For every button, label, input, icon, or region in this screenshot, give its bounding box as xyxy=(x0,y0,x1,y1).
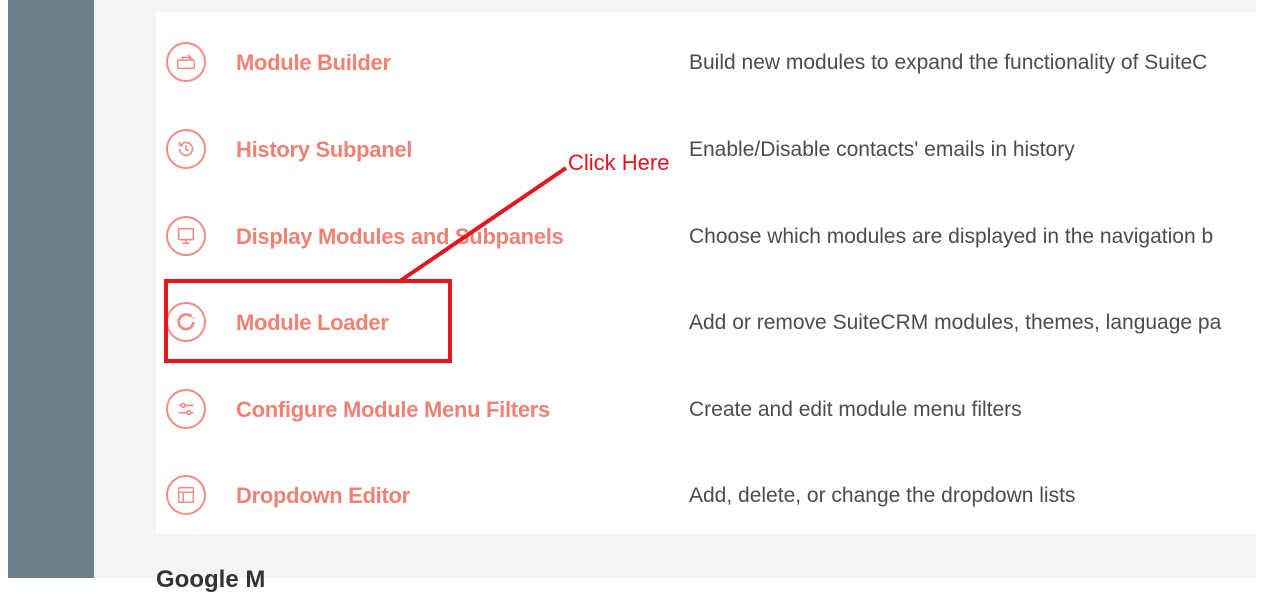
module-loader-description: Add or remove SuiteCRM modules, themes, … xyxy=(689,311,1222,334)
dropdown-editor-description: Add, delete, or change the dropdown list… xyxy=(689,484,1076,507)
module-builder-description: Build new modules to expand the function… xyxy=(689,51,1208,74)
row-module-builder: Module Builder Build new modules to expa… xyxy=(156,20,1256,106)
sliders-icon[interactable] xyxy=(166,389,206,429)
history-subpanel-link[interactable]: History Subpanel xyxy=(236,137,412,163)
layout-icon[interactable] xyxy=(166,475,206,515)
row-dropdown-editor: Dropdown Editor Add, delete, or change t… xyxy=(156,453,1256,534)
configure-filters-description: Create and edit module menu filters xyxy=(689,398,1022,421)
admin-panel: Module Builder Build new modules to expa… xyxy=(156,12,1256,534)
section-heading: Google M xyxy=(156,566,266,593)
module-loader-link[interactable]: Module Loader xyxy=(236,310,389,336)
monitor-icon[interactable] xyxy=(166,216,206,256)
display-modules-link[interactable]: Display Modules and Subpanels xyxy=(236,224,564,250)
toolbox-icon[interactable] xyxy=(166,42,206,82)
row-history-subpanel: History Subpanel Enable/Disable contacts… xyxy=(156,107,1256,193)
history-icon[interactable] xyxy=(166,129,206,169)
row-display-modules: Display Modules and Subpanels Choose whi… xyxy=(156,194,1256,280)
display-modules-description: Choose which modules are displayed in th… xyxy=(689,225,1214,248)
history-subpanel-description: Enable/Disable contacts' emails in histo… xyxy=(689,138,1075,161)
left-sidebar xyxy=(8,0,94,578)
annotation-label: Click Here xyxy=(568,150,670,175)
row-module-loader: Module Loader Add or remove SuiteCRM mod… xyxy=(156,280,1256,366)
loader-icon[interactable] xyxy=(166,302,206,342)
row-configure-filters: Configure Module Menu Filters Create and… xyxy=(156,367,1256,453)
dropdown-editor-link[interactable]: Dropdown Editor xyxy=(236,483,410,509)
configure-filters-link[interactable]: Configure Module Menu Filters xyxy=(236,397,550,423)
module-builder-link[interactable]: Module Builder xyxy=(236,50,391,76)
